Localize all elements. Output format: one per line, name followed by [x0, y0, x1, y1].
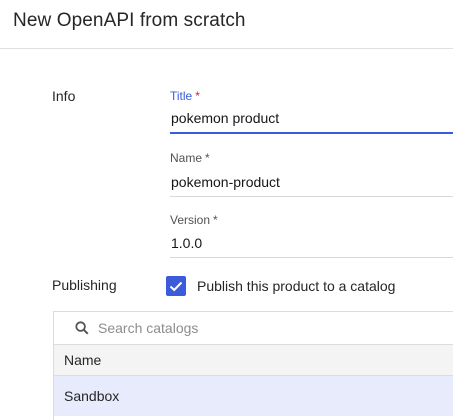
version-field-label: Version *	[170, 213, 218, 227]
catalog-table-header: Name	[54, 345, 453, 376]
title-label-text: Title	[170, 89, 193, 103]
publish-checkbox-row[interactable]: Publish this product to a catalog	[166, 275, 395, 297]
publish-checkbox-label[interactable]: Publish this product to a catalog	[197, 278, 395, 294]
page: New OpenAPI from scratch Info Title* Nam…	[0, 0, 453, 420]
table-row[interactable]: Sandbox	[54, 376, 453, 416]
title-field: Title *	[170, 88, 453, 134]
name-field: Name *	[170, 150, 453, 198]
name-field-label: Name *	[170, 151, 210, 165]
name-label-text: Name	[170, 151, 203, 165]
version-input[interactable]	[170, 228, 453, 258]
version-field: Version *	[170, 212, 453, 260]
catalog-search-input[interactable]	[98, 320, 398, 336]
required-mark: *	[205, 151, 210, 165]
version-label-text: Version	[170, 213, 211, 227]
publishing-section-label: Publishing	[52, 277, 117, 293]
catalog-picker: Name Sandbox	[53, 311, 453, 420]
required-mark: *	[213, 213, 218, 227]
catalog-name-cell[interactable]: Sandbox	[64, 388, 119, 404]
dialog-header: New OpenAPI from scratch	[0, 0, 453, 49]
required-mark: *	[195, 89, 200, 103]
page-title: New OpenAPI from scratch	[13, 10, 246, 31]
info-section-label: Info	[52, 88, 76, 104]
title-field-label: Title *	[170, 89, 200, 103]
title-input[interactable]	[170, 104, 453, 134]
checkmark-icon	[169, 281, 183, 291]
name-input[interactable]	[170, 167, 453, 197]
catalog-search-bar	[54, 312, 453, 345]
column-header-name[interactable]: Name	[64, 352, 101, 368]
publish-checkbox[interactable]	[166, 276, 186, 296]
search-icon	[75, 321, 89, 335]
